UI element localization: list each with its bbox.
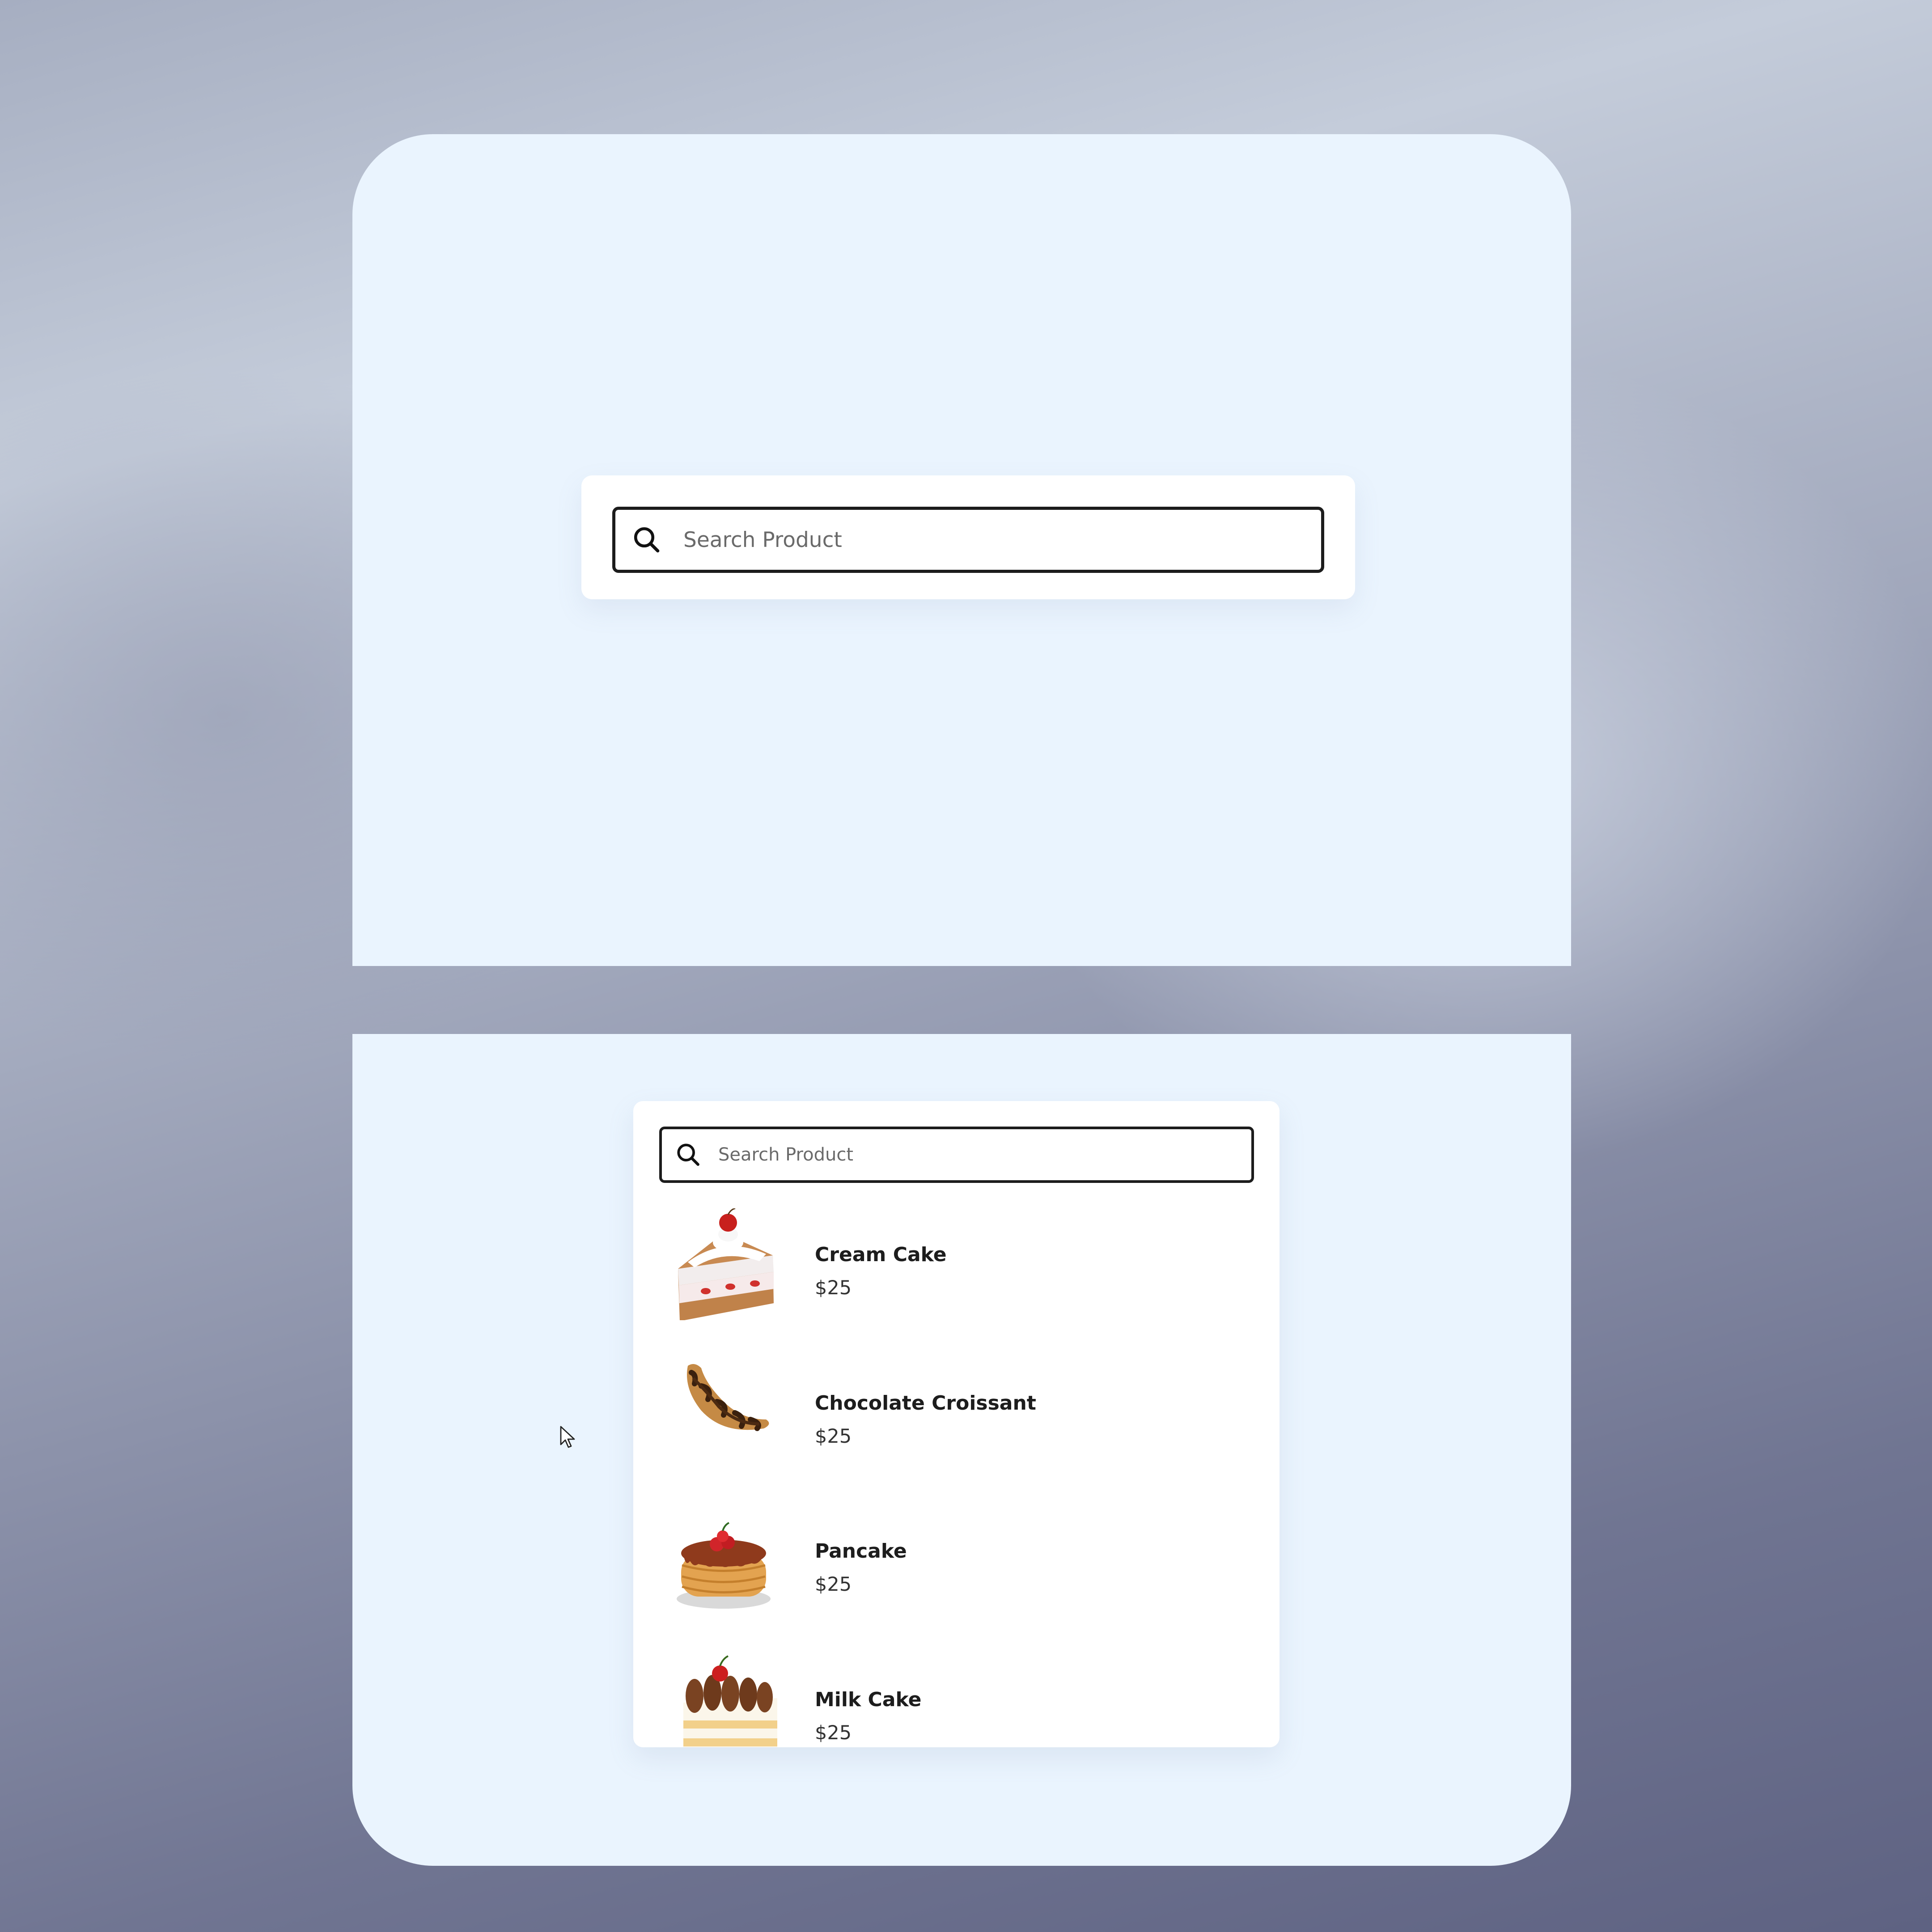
pancake-image	[670, 1505, 777, 1617]
product-price: $25	[815, 1573, 852, 1596]
product-name: Chocolate Croissant	[815, 1392, 1036, 1415]
product-price: $25	[815, 1425, 852, 1448]
product-item-pancake[interactable]: Pancake $25	[633, 1505, 1280, 1621]
search-placeholder: Search Product	[718, 1144, 854, 1165]
product-price: $25	[815, 1722, 852, 1744]
milk-cake-image	[670, 1653, 777, 1747]
search-panel-results: Search Product Cream Cake $25 Chocolate …	[352, 1034, 1571, 1866]
search-placeholder: Search Product	[683, 527, 842, 552]
chocolate-croissant-image	[670, 1357, 777, 1469]
cream-cake-image	[670, 1208, 777, 1321]
search-icon	[632, 525, 661, 555]
product-item-chocolate-croissant[interactable]: Chocolate Croissant $25	[633, 1357, 1280, 1473]
search-panel-empty: Search Product	[352, 134, 1571, 966]
search-input[interactable]: Search Product	[612, 507, 1324, 573]
product-item-milk-cake[interactable]: Milk Cake $25	[633, 1653, 1280, 1747]
mouse-pointer-icon	[559, 1425, 577, 1450]
search-icon	[675, 1142, 701, 1168]
product-item-cream-cake[interactable]: Cream Cake $25	[633, 1208, 1280, 1325]
product-price: $25	[815, 1277, 852, 1299]
search-card: Search Product	[581, 475, 1355, 599]
product-name: Pancake	[815, 1540, 907, 1563]
search-input[interactable]: Search Product	[659, 1127, 1254, 1183]
product-name: Cream Cake	[815, 1243, 947, 1266]
product-name: Milk Cake	[815, 1688, 922, 1711]
results-card: Search Product Cream Cake $25 Chocolate …	[633, 1101, 1280, 1747]
